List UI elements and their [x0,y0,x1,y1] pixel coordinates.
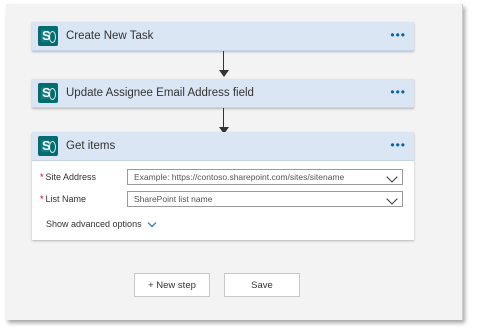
more-options-icon[interactable]: ••• [390,86,406,98]
required-marker: * [40,194,44,204]
step-title: Create New Task [66,30,154,42]
site-address-row: * Site Address [32,168,414,188]
sharepoint-icon: S [38,26,58,46]
step-header[interactable]: S Create New Task ••• [32,22,414,51]
list-name-dropdown[interactable] [127,191,403,207]
step-header[interactable]: S Get items ••• [32,132,414,161]
step-card-get-items: S Get items ••• *Site Address *List Name… [32,132,414,240]
chevron-down-icon[interactable] [386,171,398,183]
sharepoint-icon: S [38,83,58,103]
chevron-down-icon[interactable] [386,193,398,205]
list-name-row: * List Name [32,190,414,210]
step-card-create-new-task[interactable]: S Create New Task ••• [32,22,414,51]
step-header[interactable]: S Update Assignee Email Address field ••… [32,79,414,108]
new-step-button[interactable]: + New step [134,273,210,297]
site-address-input[interactable] [128,170,374,184]
show-advanced-options-label: Show advanced options [46,219,142,229]
list-name-label: * List Name [40,194,87,204]
more-options-icon[interactable]: ••• [390,139,406,151]
save-button[interactable]: Save [224,273,300,297]
list-name-input[interactable] [128,192,374,206]
show-advanced-options-toggle[interactable]: Show advanced options [46,218,156,229]
required-marker: * [40,172,44,182]
step-card-update-assignee[interactable]: S Update Assignee Email Address field ••… [32,79,414,108]
site-address-label: * Site Address [40,172,97,182]
arrow-down-icon [219,70,229,77]
step-title: Update Assignee Email Address field [66,87,254,99]
step-title: Get items [66,140,116,152]
more-options-icon[interactable]: ••• [390,29,406,41]
sharepoint-icon: S [38,136,58,156]
flow-designer-canvas: S Create New Task ••• S Update Assignee … [6,4,463,320]
chevron-down-icon [147,218,156,227]
site-address-dropdown[interactable] [127,169,403,185]
